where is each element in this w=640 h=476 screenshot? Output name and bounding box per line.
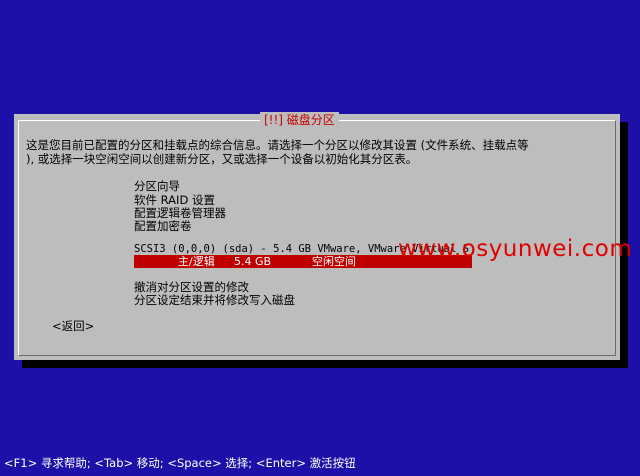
description-line-2: ), 或选择一块空闲空间以创建新分区，又或选择一个设备以初始化其分区表。	[26, 152, 418, 166]
undo-changes-item[interactable]: 撤消对分区设置的修改	[134, 280, 249, 294]
menu-item-lvm[interactable]: 配置逻辑卷管理器	[134, 206, 226, 220]
back-button[interactable]: <返回>	[52, 319, 94, 333]
partition-filesystem: 空闲空间	[312, 255, 356, 268]
menu-item-encrypted-volumes[interactable]: 配置加密卷	[134, 219, 192, 233]
menu-item-software-raid[interactable]: 软件 RAID 设置	[134, 193, 215, 207]
menu-item-partition-wizard[interactable]: 分区向导	[134, 179, 180, 193]
partition-size: 5.4 GB	[234, 255, 272, 268]
help-bar: <F1> 寻求帮助; <Tab> 移动; <Space> 选择; <Enter>…	[4, 456, 356, 470]
dialog-title: [!!] 磁盘分区	[260, 112, 339, 128]
watermark-text: www.osyunwei.com	[398, 236, 633, 262]
finish-partitioning-item[interactable]: 分区设定结束并将修改写入磁盘	[134, 293, 295, 307]
partition-type: 主/逻辑	[178, 255, 215, 268]
description-line-1: 这是您目前已配置的分区和挂载点的综合信息。请选择一个分区以修改其设置 (文件系统…	[26, 138, 529, 152]
